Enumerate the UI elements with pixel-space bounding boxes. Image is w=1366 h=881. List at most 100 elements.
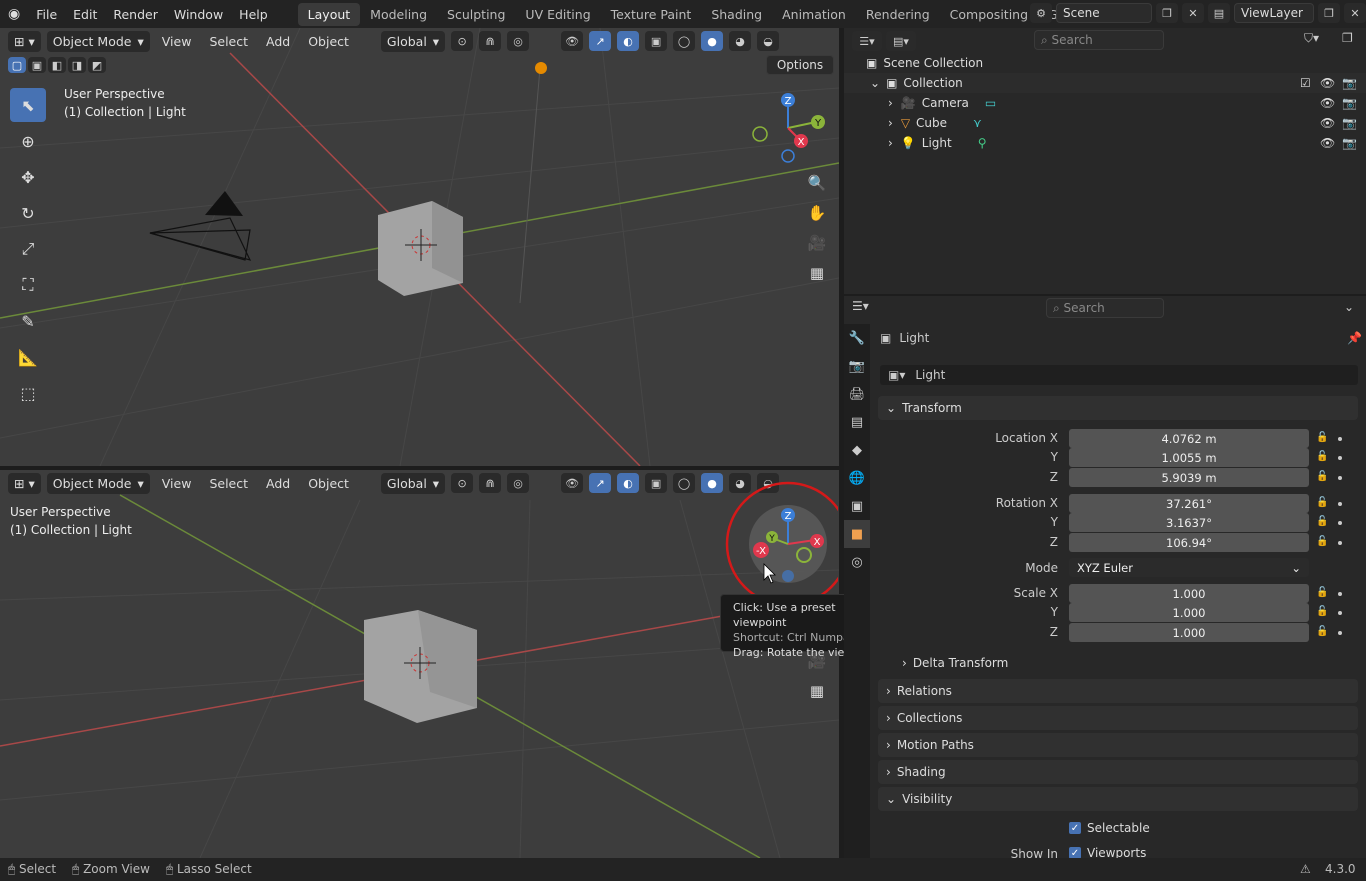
keyframe-dot[interactable] bbox=[1338, 541, 1342, 545]
pan-hand-icon[interactable]: ✋ bbox=[804, 200, 830, 226]
overlay-toggle-icon[interactable]: ◐ bbox=[617, 473, 640, 493]
scale-x-field[interactable]: 1.000 bbox=[1069, 584, 1309, 603]
chevron-right-icon[interactable]: › bbox=[888, 96, 893, 110]
xray-icon[interactable]: ▣ bbox=[645, 473, 668, 493]
tab-modeling[interactable]: Modeling bbox=[360, 3, 437, 26]
keyframe-dot[interactable] bbox=[1338, 476, 1342, 480]
pivot-icon[interactable]: ⊙ bbox=[451, 31, 474, 51]
gizmo-toggle-icon[interactable]: ↗ bbox=[589, 31, 612, 51]
editor-type-dropdown[interactable]: ⊞ ▾ bbox=[8, 30, 41, 52]
location-y-field[interactable]: 1.0055 m bbox=[1069, 448, 1309, 467]
select-new-icon[interactable]: ▢ bbox=[8, 57, 26, 73]
scale-z-field[interactable]: 1.000 bbox=[1069, 623, 1309, 642]
gizmo-toggle-icon[interactable]: ↗ bbox=[589, 473, 612, 493]
add-menu[interactable]: Add bbox=[260, 473, 296, 494]
motion-paths-panel-header[interactable]: › Motion Paths bbox=[878, 733, 1358, 757]
camera-view-icon[interactable]: 🎥 bbox=[804, 230, 830, 256]
view-menu[interactable]: View bbox=[156, 473, 198, 494]
lock-icon[interactable]: 🔓 bbox=[1316, 587, 1328, 598]
chevron-right-icon[interactable]: › bbox=[888, 136, 893, 150]
world-tab-icon[interactable]: 🌐 bbox=[844, 464, 870, 492]
view-layer-tab-icon[interactable]: ▤ bbox=[844, 408, 870, 436]
viewport-top[interactable]: ⊞ ▾ Object Mode ▾ View Select Add Object … bbox=[0, 28, 839, 466]
move-tool-icon[interactable]: ✥ bbox=[10, 160, 46, 194]
tab-compositing[interactable]: Compositing bbox=[940, 3, 1038, 26]
physics-tab-icon[interactable]: ◎ bbox=[844, 548, 870, 576]
outliner-item-cube[interactable]: › ▽ Cube ⋎ 👁 📷 bbox=[844, 113, 1366, 133]
keyframe-dot[interactable] bbox=[1338, 456, 1342, 460]
measure-tool-icon[interactable]: 📐 bbox=[10, 340, 46, 374]
render-tab-icon[interactable]: 📷 bbox=[844, 352, 870, 380]
lock-icon[interactable]: 🔓 bbox=[1316, 451, 1328, 462]
select-subtract-icon[interactable]: ◧ bbox=[48, 57, 66, 73]
select-invert-icon[interactable]: ◨ bbox=[68, 57, 86, 73]
keyframe-dot[interactable] bbox=[1338, 631, 1342, 635]
new-scene-icon[interactable]: ❐ bbox=[1156, 3, 1178, 23]
mesh-data-icon[interactable]: ⋎ bbox=[973, 116, 982, 130]
rotation-mode-dropdown[interactable]: XYZ Euler ⌄ bbox=[1069, 558, 1309, 577]
new-view-layer-icon[interactable]: ❐ bbox=[1318, 3, 1340, 23]
tab-sculpting[interactable]: Sculpting bbox=[437, 3, 515, 26]
rotate-tool-icon[interactable]: ↻ bbox=[10, 196, 46, 230]
lock-icon[interactable]: 🔓 bbox=[1316, 432, 1328, 443]
material-shading-icon[interactable]: ◕ bbox=[729, 31, 752, 51]
object-menu[interactable]: Object bbox=[302, 473, 355, 494]
tab-animation[interactable]: Animation bbox=[772, 3, 856, 26]
lock-icon[interactable]: 🔓 bbox=[1316, 536, 1328, 547]
tool-tab-icon[interactable]: 🔧 bbox=[844, 324, 870, 352]
keyframe-dot[interactable] bbox=[1338, 502, 1342, 506]
render-camera-icon[interactable]: 📷 bbox=[1342, 76, 1357, 90]
tab-layout[interactable]: Layout bbox=[297, 2, 361, 26]
collection-tab-icon[interactable]: ▣ bbox=[844, 492, 870, 520]
snap-icon[interactable]: ⋒ bbox=[479, 473, 502, 493]
keyframe-dot[interactable] bbox=[1338, 437, 1342, 441]
object-tab-icon[interactable]: ■ bbox=[844, 520, 870, 548]
new-collection-icon[interactable]: ❐ bbox=[1342, 31, 1353, 45]
navigation-gizmo-top[interactable]: Z Y X bbox=[748, 90, 834, 166]
rendered-shading-icon[interactable]: ◒ bbox=[757, 31, 780, 51]
tab-rendering[interactable]: Rendering bbox=[856, 3, 940, 26]
delta-transform-subpanel[interactable]: › Delta Transform bbox=[902, 656, 1008, 670]
select-menu[interactable]: Select bbox=[203, 473, 254, 494]
menu-file[interactable]: File bbox=[28, 7, 65, 22]
orientation-dropdown[interactable]: Global ▾ bbox=[380, 30, 446, 52]
scene-name-field[interactable]: Scene bbox=[1056, 3, 1152, 23]
wireframe-shading-icon[interactable]: ◯ bbox=[673, 31, 696, 51]
eye-icon[interactable]: 👁 bbox=[1320, 116, 1335, 130]
cursor-tool-icon[interactable]: ⊕ bbox=[10, 124, 46, 158]
collections-panel-header[interactable]: › Collections bbox=[878, 706, 1358, 730]
scene-icon[interactable]: ⚙ bbox=[1030, 3, 1052, 23]
exclude-checkbox[interactable]: ☑ bbox=[1300, 76, 1311, 90]
proportional-edit-icon[interactable]: ◎ bbox=[507, 31, 530, 51]
options-dropdown[interactable]: Options bbox=[766, 55, 834, 75]
menu-help[interactable]: Help bbox=[231, 7, 276, 22]
scale-y-field[interactable]: 1.000 bbox=[1069, 603, 1309, 622]
visibility-icon[interactable]: 👁 bbox=[561, 473, 584, 493]
outliner-item-light[interactable]: › 💡 Light ⚲ 👁 📷 bbox=[844, 133, 1366, 153]
rotation-z-field[interactable]: 106.94° bbox=[1069, 533, 1309, 552]
shading-panel-header[interactable]: › Shading bbox=[878, 760, 1358, 784]
lock-icon[interactable]: 🔓 bbox=[1316, 606, 1328, 617]
editor-type-dropdown[interactable]: ⊞ ▾ bbox=[8, 472, 41, 494]
lock-icon[interactable]: 🔓 bbox=[1316, 516, 1328, 527]
navigation-gizmo-bottom[interactable]: Z X Y -X bbox=[722, 478, 838, 606]
overlay-toggle-icon[interactable]: ◐ bbox=[617, 31, 640, 51]
filter-icon[interactable]: ⛉▾ bbox=[1304, 31, 1319, 46]
relations-panel-header[interactable]: › Relations bbox=[878, 679, 1358, 703]
menu-render[interactable]: Render bbox=[105, 7, 166, 22]
menu-window[interactable]: Window bbox=[166, 7, 231, 22]
outliner-search-input[interactable]: ⌕ Search bbox=[1034, 30, 1164, 50]
zoom-icon[interactable]: 🔍 bbox=[804, 170, 830, 196]
pivot-icon[interactable]: ⊙ bbox=[451, 473, 474, 493]
select-extend-icon[interactable]: ▣ bbox=[28, 57, 46, 73]
menu-edit[interactable]: Edit bbox=[65, 7, 105, 22]
wireframe-shading-icon[interactable]: ◯ bbox=[673, 473, 696, 493]
keyframe-dot[interactable] bbox=[1338, 592, 1342, 596]
eye-icon[interactable]: 👁 bbox=[1320, 96, 1335, 110]
selectable-checkbox[interactable]: ✓ Selectable bbox=[1069, 821, 1150, 835]
collection-row[interactable]: ⌄ ▣ Collection ☑ 👁 📷 bbox=[844, 73, 1366, 93]
scene-tab-icon[interactable]: ◆ bbox=[844, 436, 870, 464]
keyframe-dot[interactable] bbox=[1338, 521, 1342, 525]
render-camera-icon[interactable]: 📷 bbox=[1342, 96, 1357, 110]
display-mode-icon[interactable]: ▤▾ bbox=[886, 31, 916, 51]
